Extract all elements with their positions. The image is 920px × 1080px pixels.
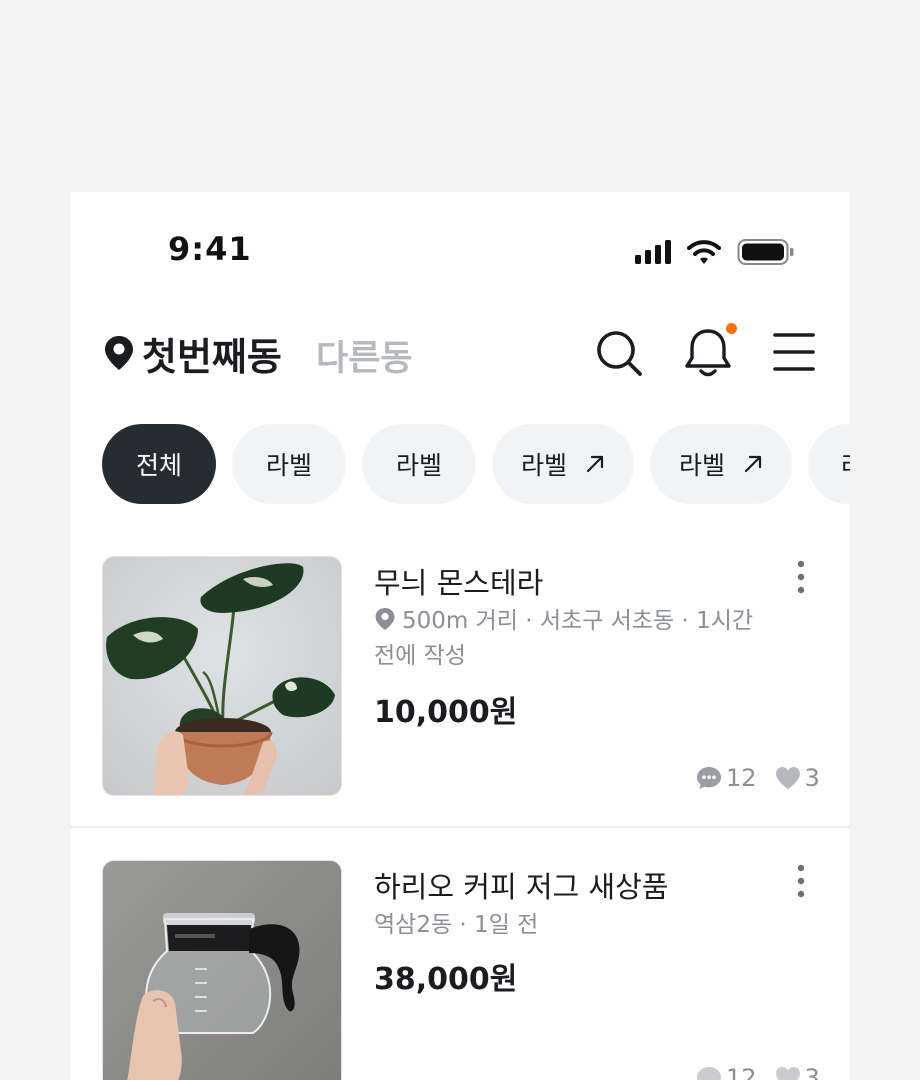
comment-count: 12 — [726, 1064, 757, 1080]
more-options-icon[interactable] — [794, 864, 808, 898]
chat-bubble-icon — [697, 1067, 721, 1080]
item-image[interactable] — [102, 860, 342, 1080]
item-price: 38,000원 — [374, 962, 518, 997]
app-screen: 9:41 첫번째동 다른동 전체 라벨 라벨 라벨 라벨 무늬 몬스테라 500… — [70, 192, 850, 1080]
coffee-jug-photo — [103, 861, 341, 1080]
item-title: 하리오 커피 저그 새상품 — [374, 870, 669, 904]
heart-icon — [775, 1067, 800, 1080]
list-item[interactable]: 하리오 커피 저그 새상품 역삼2동 · 1일 전 38,000원 12 3 — [70, 192, 850, 1080]
item-counts: 12 3 — [696, 1064, 820, 1080]
item-meta: 역삼2동 · 1일 전 — [374, 912, 539, 938]
like-count: 3 — [804, 1064, 820, 1080]
